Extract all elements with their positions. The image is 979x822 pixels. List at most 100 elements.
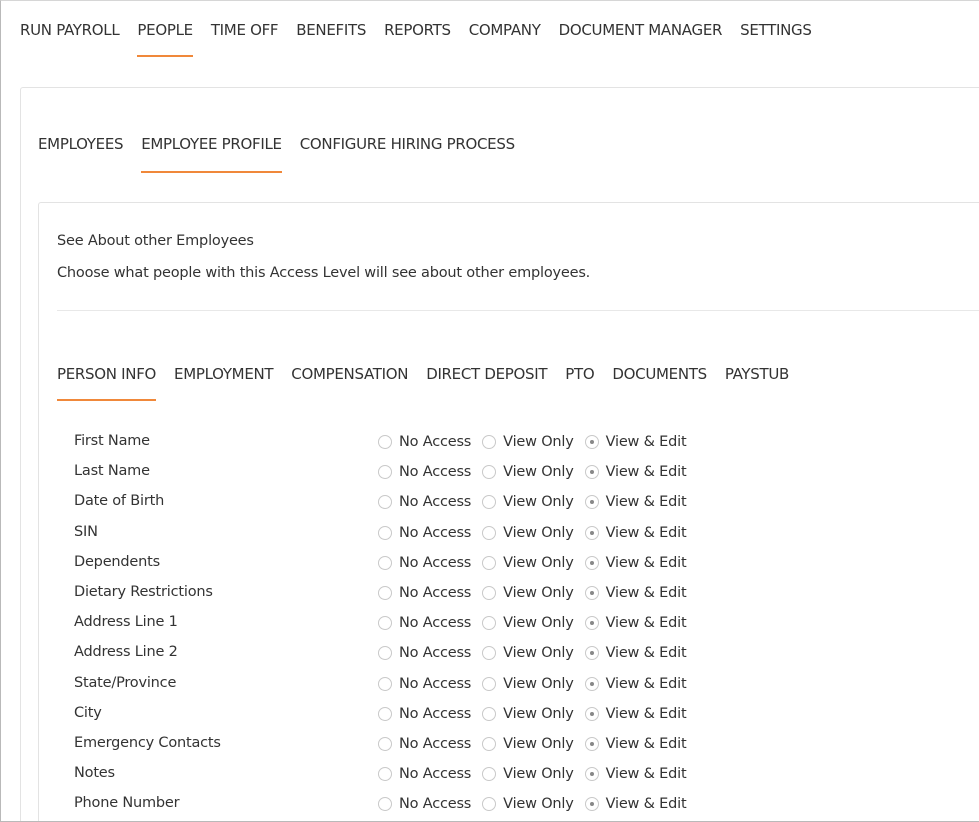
radio-button[interactable] [584,555,599,570]
nav-tab-run-payroll[interactable]: RUN PAYROLL [20,1,120,57]
category-tab-documents[interactable]: DOCUMENTS [612,343,707,401]
nav-tab-settings[interactable]: SETTINGS [740,1,812,57]
radio-option-no-access[interactable]: No Access [378,615,471,631]
nav-tab-time-off[interactable]: TIME OFF [211,1,279,57]
radio-button[interactable] [482,706,497,721]
radio-button[interactable] [482,767,497,782]
radio-option-no-access[interactable]: No Access [378,494,471,510]
radio-button[interactable] [378,435,392,449]
radio-option-view-only[interactable]: View Only [482,555,574,571]
radio-button[interactable] [378,797,392,812]
radio-button[interactable] [378,676,392,691]
field-label: Dependents [74,553,160,570]
radio-button[interactable] [378,495,392,510]
sub-tab-employee-profile[interactable]: EMPLOYEE PROFILE [141,88,282,173]
radio-button[interactable] [482,435,497,449]
field-label: Phone Number [74,795,180,812]
radio-option-no-access[interactable]: No Access [378,645,471,661]
radio-option-no-access[interactable]: No Access [378,434,471,450]
radio-button[interactable] [378,616,392,631]
radio-option-view-only[interactable]: View Only [482,645,574,661]
radio-option-view-only[interactable]: View Only [482,736,574,752]
radio-option-view-only[interactable]: View Only [482,676,574,692]
radio-button[interactable] [482,676,497,691]
radio-button[interactable] [584,435,599,449]
radio-option-no-access[interactable]: No Access [378,585,471,601]
radio-option-view-only[interactable]: View Only [482,585,574,601]
radio-button[interactable] [584,465,599,480]
radio-option-no-access[interactable]: No Access [378,555,471,571]
radio-option-view-and-edit[interactable]: View & Edit [584,766,687,782]
radio-button[interactable] [584,736,599,751]
radio-button[interactable] [482,797,497,812]
radio-button[interactable] [482,555,497,570]
category-tab-paystub[interactable]: PAYSTUB [725,343,790,401]
radio-option-no-access[interactable]: No Access [378,736,471,752]
category-tab-employment[interactable]: EMPLOYMENT [174,343,274,401]
category-tab-compensation[interactable]: COMPENSATION [291,343,408,401]
radio-option-view-and-edit[interactable]: View & Edit [584,645,687,661]
radio-option-no-access[interactable]: No Access [378,464,471,480]
radio-option-view-and-edit[interactable]: View & Edit [584,736,687,752]
radio-button[interactable] [482,525,497,540]
radio-button[interactable] [482,495,497,510]
radio-option-view-only[interactable]: View Only [482,494,574,510]
radio-option-view-and-edit[interactable]: View & Edit [584,706,687,722]
nav-tab-company[interactable]: COMPANY [469,1,541,57]
radio-button[interactable] [378,736,392,751]
nav-tab-document-manager[interactable]: DOCUMENT MANAGER [559,1,723,57]
radio-button[interactable] [584,585,599,600]
radio-option-no-access[interactable]: No Access [378,766,471,782]
category-tab-direct-deposit[interactable]: DIRECT DEPOSIT [426,343,547,401]
radio-option-view-and-edit[interactable]: View & Edit [584,464,687,480]
radio-button[interactable] [482,736,497,751]
category-tab-pto[interactable]: PTO [565,343,594,401]
radio-button[interactable] [482,465,497,480]
radio-button[interactable] [584,797,599,812]
radio-button[interactable] [378,525,392,540]
radio-button[interactable] [378,465,392,480]
radio-option-view-only[interactable]: View Only [482,766,574,782]
radio-option-view-and-edit[interactable]: View & Edit [584,585,687,601]
radio-button[interactable] [584,525,599,540]
radio-button[interactable] [482,616,497,631]
radio-option-view-and-edit[interactable]: View & Edit [584,555,687,571]
radio-button[interactable] [378,767,392,782]
sub-tab-employees[interactable]: EMPLOYEES [38,88,124,173]
nav-tab-benefits[interactable]: BENEFITS [296,1,366,57]
radio-button[interactable] [378,555,392,570]
nav-tab-reports[interactable]: REPORTS [384,1,451,57]
radio-label: View Only [503,464,574,481]
radio-option-view-only[interactable]: View Only [482,524,574,541]
radio-button[interactable] [378,646,392,661]
radio-option-view-only[interactable]: View Only [482,464,574,481]
radio-option-view-and-edit[interactable]: View & Edit [584,525,687,541]
nav-tab-people[interactable]: PEOPLE [137,1,194,57]
radio-option-view-only[interactable]: View Only [482,706,574,722]
category-tab-person-info[interactable]: PERSON INFO [57,343,156,401]
radio-option-no-access[interactable]: No Access [378,525,471,541]
radio-button[interactable] [584,646,599,661]
radio-button[interactable] [584,495,599,510]
radio-option-no-access[interactable]: No Access [378,796,471,812]
sub-tab-configure-hiring-process[interactable]: CONFIGURE HIRING PROCESS [300,88,515,173]
radio-button[interactable] [584,676,599,691]
radio-option-view-and-edit[interactable]: View & Edit [584,615,687,631]
radio-button[interactable] [378,706,392,721]
radio-option-view-and-edit[interactable]: View & Edit [584,494,687,510]
radio-option-view-and-edit[interactable]: View & Edit [584,676,687,692]
radio-option-view-only[interactable]: View Only [482,796,574,812]
radio-button[interactable] [482,585,497,600]
radio-option-view-and-edit[interactable]: View & Edit [584,434,687,450]
radio-button[interactable] [584,706,599,721]
radio-button[interactable] [482,646,497,661]
radio-option-view-only[interactable]: View Only [482,615,574,631]
radio-label: View Only [503,524,574,541]
radio-button[interactable] [584,767,599,782]
radio-option-view-and-edit[interactable]: View & Edit [584,796,687,812]
radio-option-view-only[interactable]: View Only [482,434,574,450]
radio-button[interactable] [584,616,599,631]
radio-button[interactable] [378,585,392,600]
radio-option-no-access[interactable]: No Access [378,706,471,722]
radio-option-no-access[interactable]: No Access [378,676,471,692]
